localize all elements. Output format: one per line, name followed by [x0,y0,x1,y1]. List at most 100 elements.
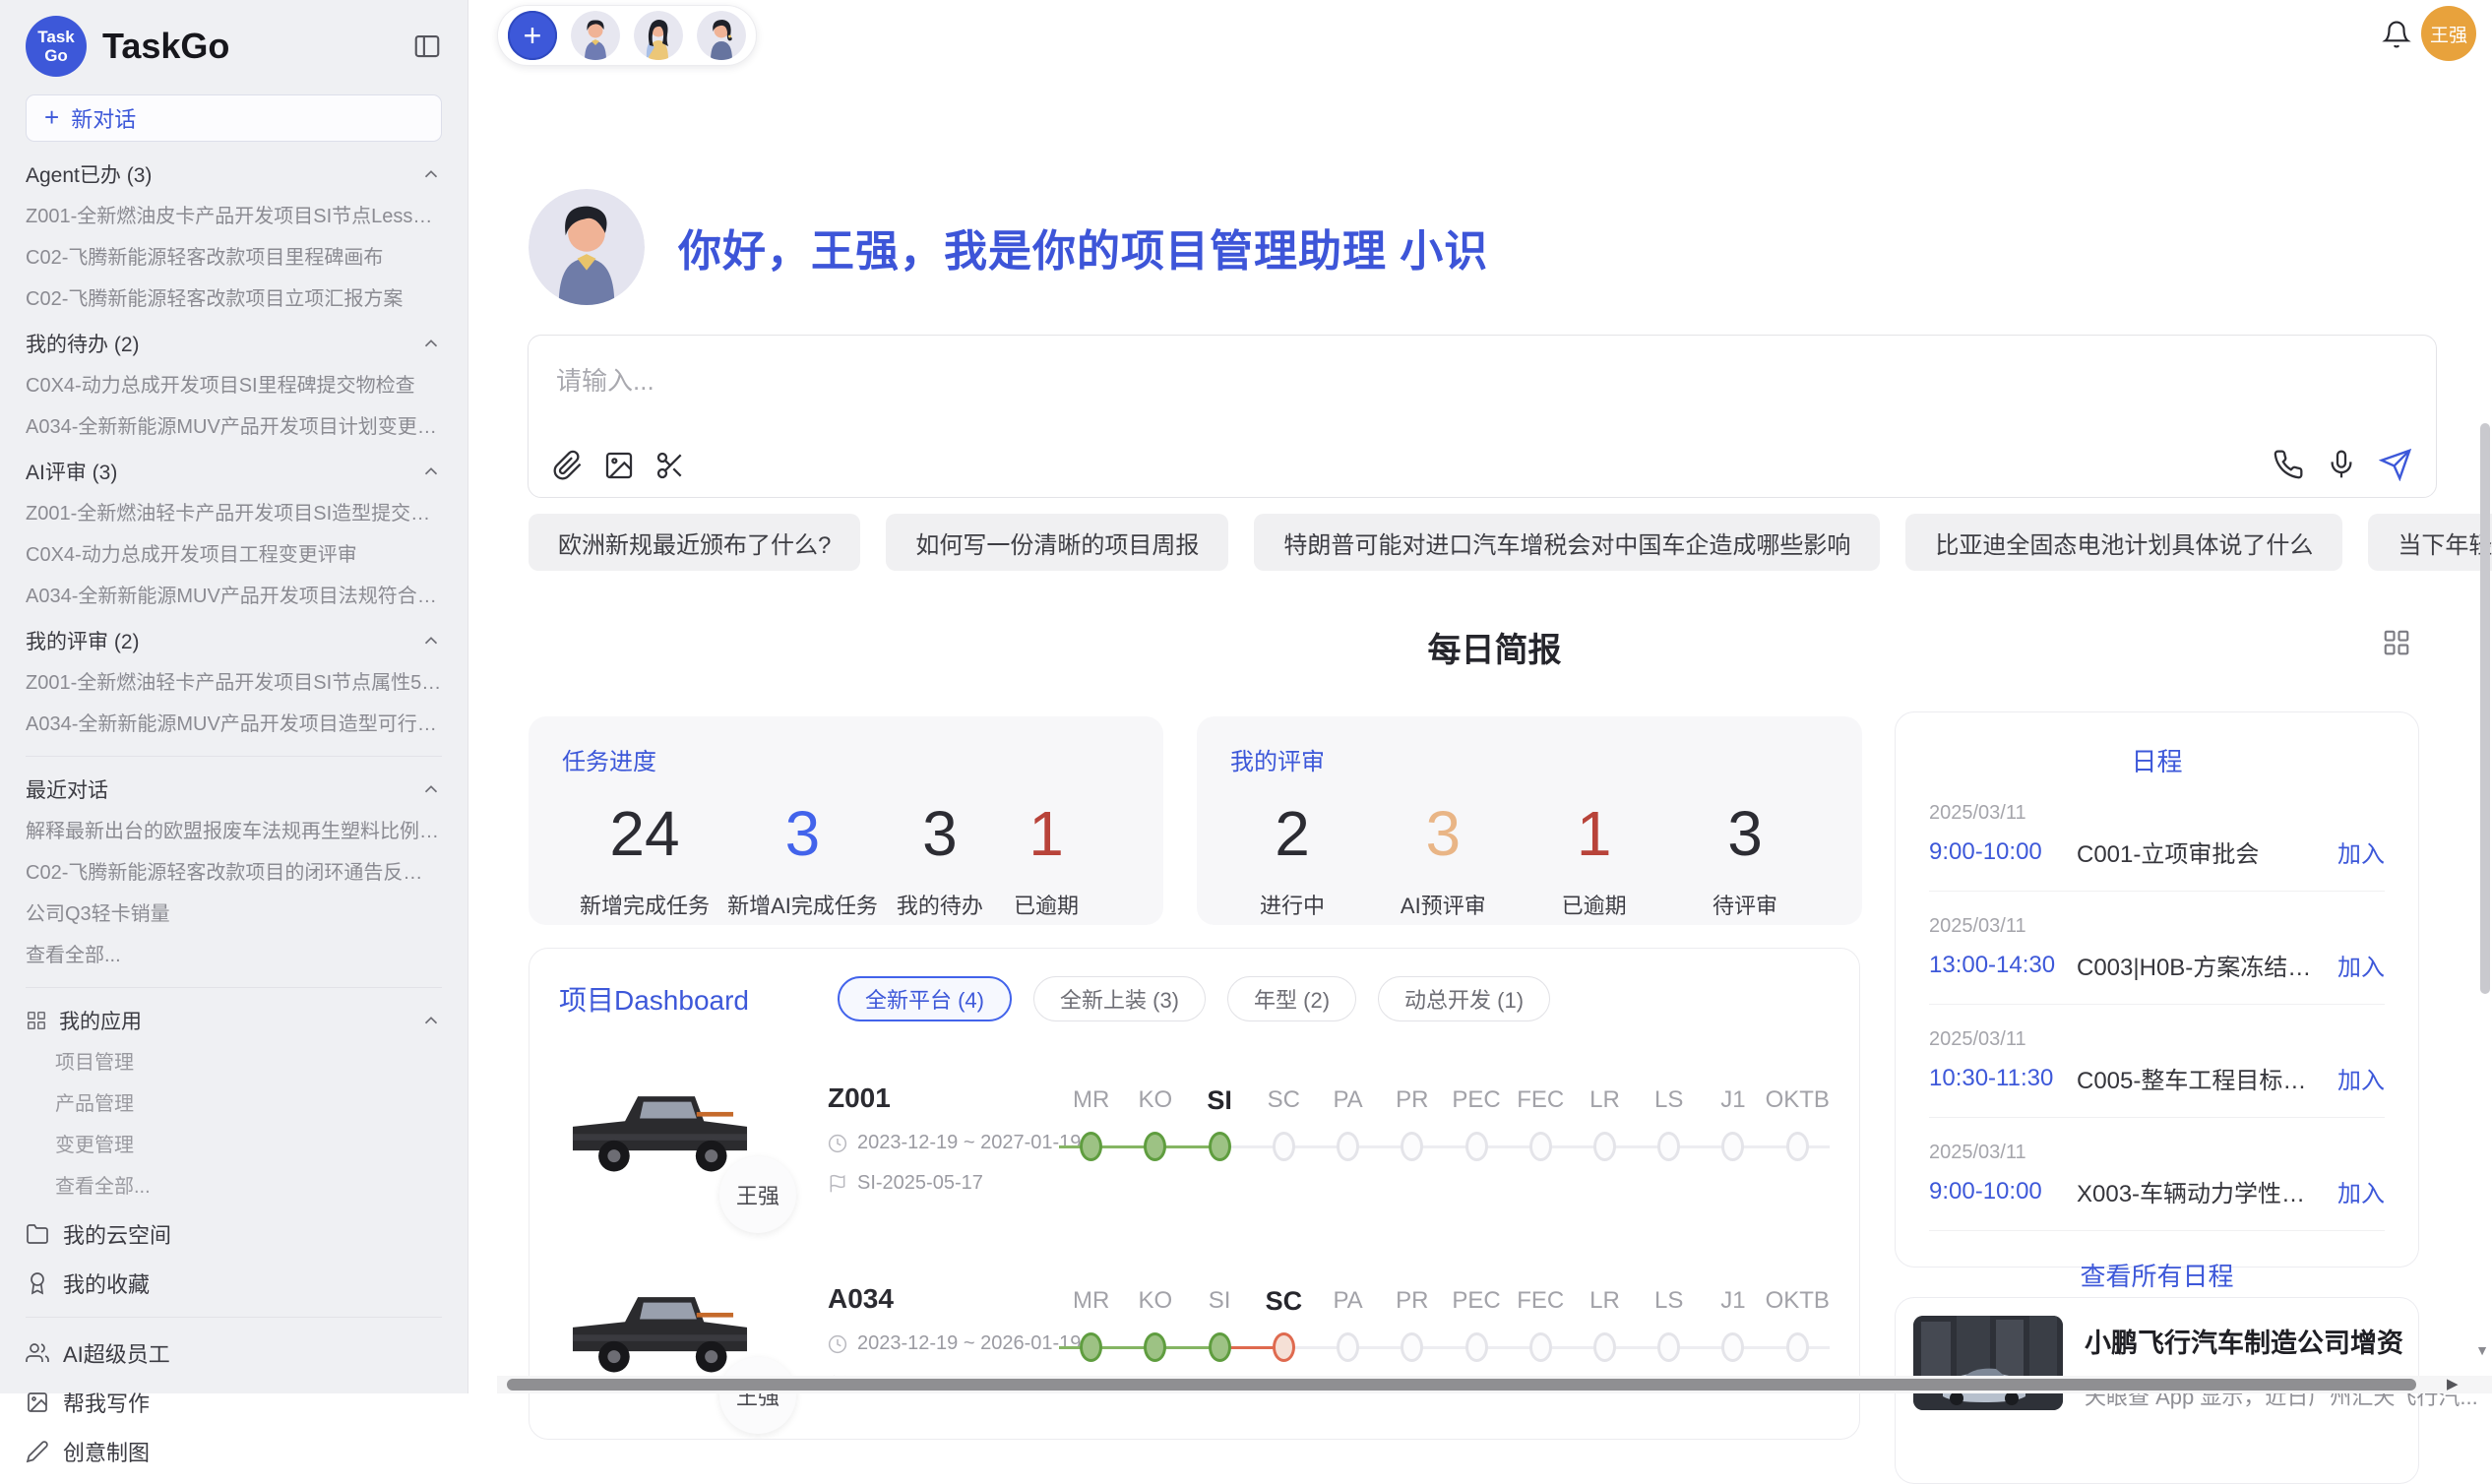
join-link[interactable]: 加入 [2337,1061,2385,1095]
milestone-dot [1721,1132,1744,1161]
app-item-product-mgmt[interactable]: 产品管理 [26,1092,442,1116]
section-header-ai-review[interactable]: AI评审 (3) [26,459,442,484]
sidebar-item[interactable]: A034-全新新能源MUV产品开发项目计划变更表编写 [26,415,442,439]
filter-new-body[interactable]: 全新上装 (3) [1033,976,1206,1021]
notifications-bell-icon[interactable] [2382,20,2411,49]
view-all-chats-link[interactable]: 查看全部... [26,944,442,967]
milestone-dot [1593,1132,1616,1161]
schedule-time: 9:00-10:00 [1929,838,2077,866]
briefing-layout-icon[interactable] [2382,628,2411,657]
milestone-track: MR KO SI SC PA PR PEC FEC LR LS J1 OKTB [1059,1084,1830,1193]
suggestion-chip[interactable]: 如何写一份清晰的项目周报 [886,514,1228,571]
sidebar-item-ai-super-staff[interactable]: AI超级员工 [26,1339,442,1367]
project-row[interactable]: 王强 Z001 2023-12-19 ~ 2027-01-19 SI-2025-… [559,1055,1830,1222]
greeting-text: 你好，王强，我是你的项目管理助理 小识 [678,216,1488,278]
schedule-time: 10:30-11:30 [1929,1065,2077,1092]
milestone-label: FEC [1517,1084,1564,1116]
new-chat-button[interactable]: + 新对话 [26,94,442,142]
phone-call-icon[interactable] [2273,449,2304,480]
sidebar-collapse-icon[interactable] [412,31,442,61]
filter-all-new-platform[interactable]: 全新平台 (4) [838,976,1012,1021]
add-session-button[interactable]: + [508,11,557,60]
dashboard-title: 项目Dashboard [559,979,749,1019]
view-all-apps-link[interactable]: 查看全部... [26,1175,442,1199]
sidebar-item-help-me-write[interactable]: 帮我写作 [26,1389,442,1416]
stat-value: 3 [1426,796,1462,871]
sidebar-item[interactable]: A034-全新新能源MUV产品开发项目法规符合性评审 [26,585,442,608]
sidebar-item-creative-drawing[interactable]: 创意制图 [26,1438,442,1465]
chevron-up-icon[interactable] [420,333,442,354]
suggestion-chip[interactable]: 比亚迪全固态电池计划具体说了什么 [1905,514,2342,571]
project-row[interactable]: 王强 A034 2023-12-19 ~ 2026-01-19 SC-2025-… [559,1256,1830,1423]
app-logo: Task Go [26,16,87,77]
join-link[interactable]: 加入 [2337,1174,2385,1208]
section-header-my-review[interactable]: 我的评审 (2) [26,628,442,653]
app-item-project-mgmt[interactable]: 项目管理 [26,1051,442,1075]
milestone-dot [1209,1132,1231,1161]
chevron-up-icon[interactable] [420,1010,442,1031]
sidebar-item[interactable]: C0X4-动力总成开发项目工程变更评审 [26,543,442,567]
vertical-scrollbar-thumb[interactable] [2480,423,2490,994]
microphone-icon[interactable] [2326,449,2357,480]
join-link[interactable]: 加入 [2337,835,2385,869]
stat-value: 1 [1577,796,1612,871]
sidebar-item[interactable]: A034-全新新能源MUV产品开发项目造型可行性评审 [26,712,442,736]
scroll-down-arrow[interactable]: ▼ [2475,1342,2489,1358]
sidebar-item[interactable]: Z001-全新燃油轻卡产品开发项目SI节点属性5D文件评审 [26,671,442,695]
sidebar-item-cloud-space[interactable]: 我的云空间 [26,1220,442,1248]
join-link[interactable]: 加入 [2337,948,2385,982]
sidebar-item[interactable]: C0X4-动力总成开发项目SI里程碑提交物检查 [26,374,442,398]
schedule-event-title: X003-车辆动力学性能验... [2077,1174,2320,1208]
clock-icon [828,1334,847,1354]
project-vehicle-image: 王强 [559,1070,761,1207]
chevron-up-icon[interactable] [420,163,442,185]
suggestion-chip[interactable]: 欧洲新规最近颁布了什么? [529,514,860,571]
milestone-label: LR [1589,1084,1620,1116]
scissors-icon[interactable] [654,450,686,481]
app-item-change-mgmt[interactable]: 变更管理 [26,1134,442,1157]
attachment-icon[interactable] [552,450,584,481]
sidebar-item[interactable]: C02-飞腾新能源轻客改款项目里程碑画布 [26,246,442,270]
avatar[interactable] [697,11,746,60]
avatar[interactable] [634,11,683,60]
recent-chat-item[interactable]: C02-飞腾新能源轻客改款项目的闭环通告反馈情况 [26,861,442,885]
section-header-recent-chats[interactable]: 最近对话 [26,776,442,802]
milestone-label: LR [1589,1285,1620,1317]
sidebar-item-label: AI超级员工 [63,1337,170,1369]
sidebar-item-favorites[interactable]: 我的收藏 [26,1269,442,1297]
section-title: AI评审 (3) [26,457,117,486]
sidebar-item[interactable]: Z001-全新燃油皮卡产品开发项目SI节点Lesson Learn报告 [26,205,442,228]
horizontal-scrollbar-thumb[interactable] [507,1379,2416,1391]
chevron-up-icon[interactable] [420,461,442,482]
recent-chat-item[interactable]: 解释最新出台的欧盟报废车法规再生塑料比例被调至15%... [26,820,442,843]
view-all-schedule-link[interactable]: 查看所有日程 [1929,1257,2385,1293]
user-avatar[interactable]: 王强 [2421,6,2476,61]
insert-image-icon[interactable] [603,450,635,481]
divider [26,1317,442,1318]
suggestion-chip[interactable]: 当下年轻人对汽车外观有怎样的喜好趋势 [2368,514,2492,571]
project-code: A034 [828,1283,1059,1315]
sidebar-item[interactable]: Z001-全新燃油轻卡产品开发项目SI造型提交物评审 [26,502,442,526]
chevron-up-icon[interactable] [420,630,442,651]
sidebar-item[interactable]: C02-飞腾新能源轻客改款项目立项汇报方案 [26,287,442,311]
app-logo-row: Task Go TaskGo [26,14,442,79]
stat-ai-pre-review: 3 AI预评审 [1399,796,1487,920]
new-chat-label: 新对话 [71,102,136,134]
schedule-event-title: C001-立项审批会 [2077,835,2320,869]
section-header-agent-done[interactable]: Agent已办 (3) [26,161,442,187]
chevron-up-icon[interactable] [420,778,442,800]
section-header-my-todo[interactable]: 我的待办 (2) [26,331,442,356]
milestone-dot [1593,1332,1616,1362]
suggestion-chip[interactable]: 特朗普可能对进口汽车增税会对中国车企造成哪些影响 [1254,514,1880,571]
milestone-label: PR [1396,1084,1428,1116]
chat-input-box[interactable]: 请输入... [528,335,2437,498]
filter-powertrain-dev[interactable]: 动总开发 (1) [1378,976,1550,1021]
milestone-dot [1465,1332,1488,1362]
send-icon[interactable] [2379,448,2412,481]
section-header-my-apps[interactable]: 我的应用 [26,1008,442,1033]
filter-model-year[interactable]: 年型 (2) [1227,976,1356,1021]
milestone-dot [1465,1132,1488,1161]
avatar[interactable] [571,11,620,60]
scroll-right-arrow[interactable]: ▶ [2447,1375,2459,1392]
recent-chat-item[interactable]: 公司Q3轻卡销量 [26,902,442,926]
